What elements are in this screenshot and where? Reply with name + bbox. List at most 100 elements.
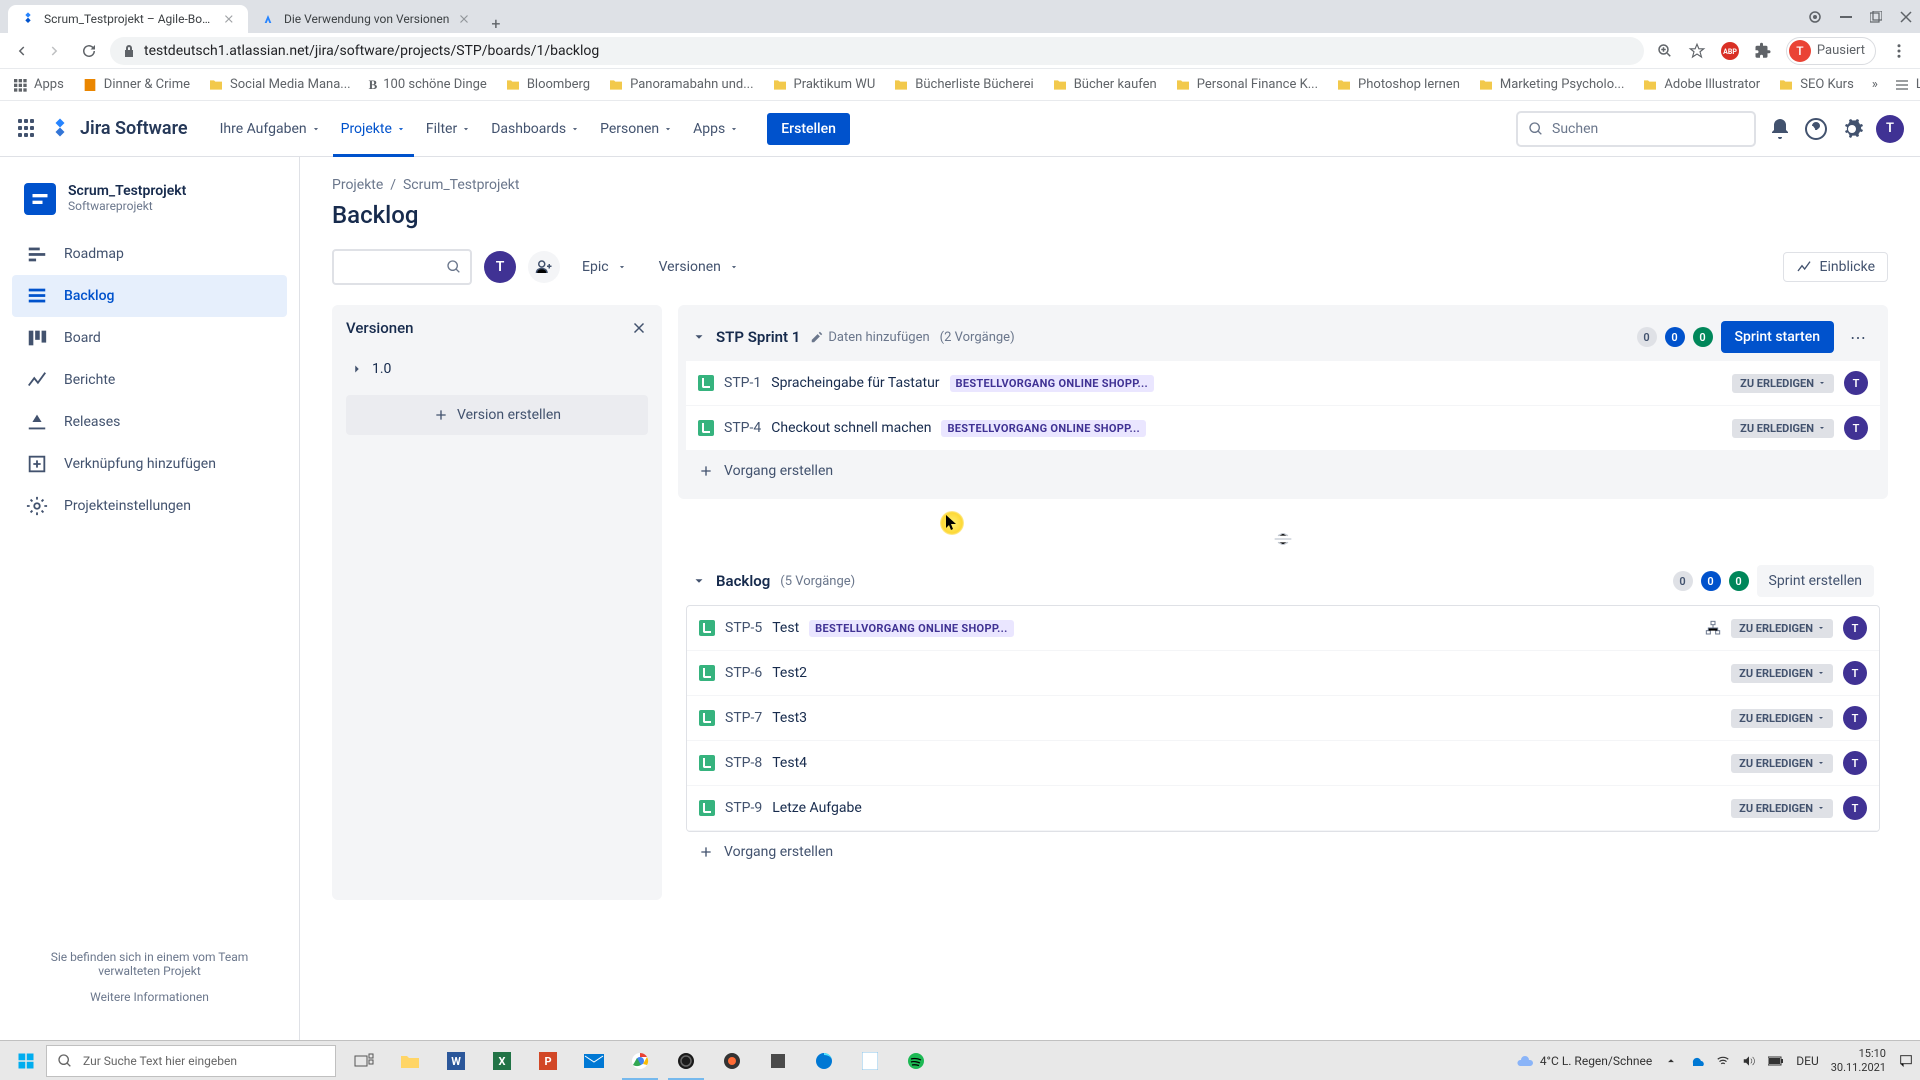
assignee-filter-avatar[interactable]: T [484, 251, 516, 283]
issue-row[interactable]: STP-5 Test BESTELLVORGANG ONLINE SHOPP..… [687, 606, 1879, 651]
jira-logo[interactable]: Jira Software [48, 117, 188, 141]
close-icon[interactable] [457, 12, 471, 26]
app-button[interactable] [710, 1042, 754, 1080]
browser-tab[interactable]: Die Verwendung von Versionen [248, 5, 483, 33]
epic-filter[interactable]: Epic [572, 253, 637, 281]
issue-row[interactable]: STP-9 Letze Aufgabe ZU ERLEDIGEN T [687, 786, 1879, 831]
maximize-icon[interactable] [1870, 11, 1882, 23]
breadcrumb-project[interactable]: Scrum_Testprojekt [403, 177, 520, 193]
record-icon[interactable] [1808, 10, 1822, 24]
chevron-down-icon[interactable] [692, 574, 706, 588]
sprint-more-button[interactable]: ⋯ [1842, 321, 1874, 353]
search-input[interactable]: Suchen [1516, 111, 1756, 147]
nav-dashboards[interactable]: Dashboards [483, 113, 588, 145]
sidebar-item-reports[interactable]: Berichte [12, 359, 287, 401]
onedrive-icon[interactable] [1690, 1054, 1704, 1068]
help-icon[interactable] [1804, 117, 1828, 141]
bookmark-item[interactable]: Panoramabahn und... [608, 77, 753, 93]
file-explorer-button[interactable] [388, 1042, 432, 1080]
clock[interactable]: 15:1030.11.2021 [1831, 1047, 1886, 1073]
project-header[interactable]: Scrum_Testprojekt Softwareprojekt [12, 177, 287, 221]
assignee-avatar[interactable]: T [1843, 616, 1867, 640]
bookmark-item[interactable]: SEO Kurs [1778, 77, 1854, 93]
bookmark-item[interactable]: Praktikum WU [772, 77, 876, 93]
mail-button[interactable] [572, 1042, 616, 1080]
bookmark-item[interactable]: Personal Finance K... [1175, 77, 1318, 93]
status-pill[interactable]: ZU ERLEDIGEN [1731, 754, 1833, 773]
abp-icon[interactable]: ABP [1720, 41, 1740, 61]
create-issue-button[interactable]: Vorgang erstellen [686, 832, 1880, 872]
battery-icon[interactable] [1768, 1055, 1784, 1067]
obs-button[interactable] [664, 1042, 708, 1080]
minimize-icon[interactable] [1840, 16, 1852, 18]
issue-row[interactable]: STP-8 Test4 ZU ERLEDIGEN T [687, 741, 1879, 786]
assignee-avatar[interactable]: T [1844, 371, 1868, 395]
reload-icon[interactable] [80, 42, 98, 60]
chevron-up-icon[interactable] [1664, 1054, 1678, 1068]
app-button[interactable] [756, 1042, 800, 1080]
assignee-avatar[interactable]: T [1843, 661, 1867, 685]
bookmark-item[interactable]: Dinner & Crime [82, 77, 190, 93]
create-issue-button[interactable]: Vorgang erstellen [686, 451, 1880, 491]
section-drag-handle[interactable] [1273, 523, 1293, 555]
taskbar-search[interactable]: Zur Suche Text hier eingeben [46, 1045, 336, 1077]
edge-button[interactable] [802, 1042, 846, 1080]
status-pill[interactable]: ZU ERLEDIGEN [1732, 419, 1834, 438]
chrome-menu-icon[interactable] [1890, 42, 1908, 60]
sidebar-item-board[interactable]: Board [12, 317, 287, 359]
excel-button[interactable]: X [480, 1042, 524, 1080]
bookmark-item[interactable]: Marketing Psycholo... [1478, 77, 1625, 93]
new-tab-button[interactable]: + [491, 14, 500, 33]
profile-paused-pill[interactable]: T Pausiert [1786, 37, 1876, 65]
volume-icon[interactable] [1742, 1054, 1756, 1068]
create-button[interactable]: Erstellen [767, 113, 850, 145]
apps-button[interactable]: Apps [12, 77, 64, 93]
insights-button[interactable]: Einblicke [1783, 252, 1888, 282]
notifications-icon[interactable] [1898, 1053, 1914, 1069]
spotify-button[interactable] [894, 1042, 938, 1080]
notepad-button[interactable] [848, 1042, 892, 1080]
forward-icon[interactable] [46, 42, 64, 60]
create-version-button[interactable]: Version erstellen [346, 395, 648, 435]
epic-badge[interactable]: BESTELLVORGANG ONLINE SHOPP... [941, 420, 1146, 437]
bookmark-item[interactable]: B100 schöne Dinge [369, 77, 487, 93]
nav-people[interactable]: Personen [592, 113, 681, 145]
sidebar-item-roadmap[interactable]: Roadmap [12, 233, 287, 275]
task-view-button[interactable] [342, 1042, 386, 1080]
create-sprint-button[interactable]: Sprint erstellen [1757, 565, 1874, 597]
nav-apps[interactable]: Apps [685, 113, 747, 145]
zoom-icon[interactable] [1656, 42, 1674, 60]
nav-projects[interactable]: Projekte [333, 113, 414, 145]
wifi-icon[interactable] [1716, 1054, 1730, 1068]
epic-badge[interactable]: BESTELLVORGANG ONLINE SHOPP... [809, 620, 1014, 637]
bookmark-item[interactable]: Bücherliste Bücherei [893, 77, 1033, 93]
bookmark-item[interactable]: Bücher kaufen [1052, 77, 1157, 93]
user-avatar[interactable]: T [1876, 115, 1904, 143]
nav-filters[interactable]: Filter [418, 113, 479, 145]
epic-badge[interactable]: BESTELLVORGANG ONLINE SHOPP... [950, 375, 1155, 392]
browser-tab[interactable]: Scrum_Testprojekt – Agile-Board [8, 5, 248, 33]
notifications-icon[interactable] [1768, 117, 1792, 141]
language-indicator[interactable]: DEU [1796, 1054, 1818, 1068]
status-pill[interactable]: ZU ERLEDIGEN [1731, 619, 1833, 638]
start-sprint-button[interactable]: Sprint starten [1721, 321, 1834, 353]
version-item[interactable]: 1.0 [346, 351, 648, 387]
status-pill[interactable]: ZU ERLEDIGEN [1731, 799, 1833, 818]
nav-your-work[interactable]: Ihre Aufgaben [212, 113, 329, 145]
issue-row[interactable]: STP-7 Test3 ZU ERLEDIGEN T [687, 696, 1879, 741]
add-dates-button[interactable]: Daten hinzufügen [810, 330, 929, 345]
assignee-avatar[interactable]: T [1844, 416, 1868, 440]
close-icon[interactable] [222, 12, 236, 26]
footer-link[interactable]: Weitere Informationen [28, 990, 271, 1004]
add-person-button[interactable] [528, 251, 560, 283]
close-window-icon[interactable] [1900, 11, 1912, 23]
back-icon[interactable] [12, 42, 30, 60]
bookmark-item[interactable]: Photoshop lernen [1336, 77, 1460, 93]
status-pill[interactable]: ZU ERLEDIGEN [1731, 709, 1833, 728]
word-button[interactable]: W [434, 1042, 478, 1080]
assignee-avatar[interactable]: T [1843, 751, 1867, 775]
url-input[interactable]: testdeutsch1.atlassian.net/jira/software… [110, 37, 1644, 65]
status-pill[interactable]: ZU ERLEDIGEN [1732, 374, 1834, 393]
issue-search-input[interactable] [332, 249, 472, 285]
sidebar-item-add-link[interactable]: Verknüpfung hinzufügen [12, 443, 287, 485]
